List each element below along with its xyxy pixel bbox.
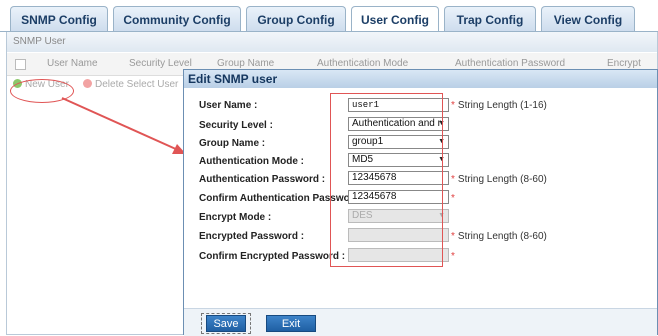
required-mark: * (451, 100, 455, 111)
auth-password-hint: * String Length (8-60) (451, 174, 547, 185)
confirm-encrypted-password-label: Confirm Encrypted Password : (199, 251, 346, 262)
confirm-encrypted-password-hint: * (451, 251, 458, 262)
dialog-footer: Save Exit (184, 308, 657, 336)
required-mark: * (451, 251, 455, 262)
auth-mode-label: Authentication Mode : (199, 156, 304, 167)
user-name-hint: * String Length (1-16) (451, 100, 547, 111)
security-level-label: Security Level : (199, 120, 273, 131)
group-name-label: Group Name : (199, 138, 266, 149)
required-mark: * (451, 231, 455, 242)
required-mark: * (451, 174, 455, 185)
encrypted-password-hint: * String Length (8-60) (451, 231, 547, 242)
encrypted-password-label: Encrypted Password : (199, 231, 305, 242)
confirm-auth-password-hint: * (451, 193, 458, 204)
encrypt-mode-label: Encrypt Mode : (199, 212, 272, 223)
dialog-title: Edit SNMP user (184, 70, 657, 88)
save-button[interactable]: Save (206, 315, 246, 332)
auth-password-label: Authentication Password : (199, 174, 326, 185)
user-name-label: User Name : (199, 100, 258, 111)
exit-button[interactable]: Exit (266, 315, 316, 332)
required-mark: * (451, 193, 455, 204)
annotation-box (330, 93, 443, 267)
